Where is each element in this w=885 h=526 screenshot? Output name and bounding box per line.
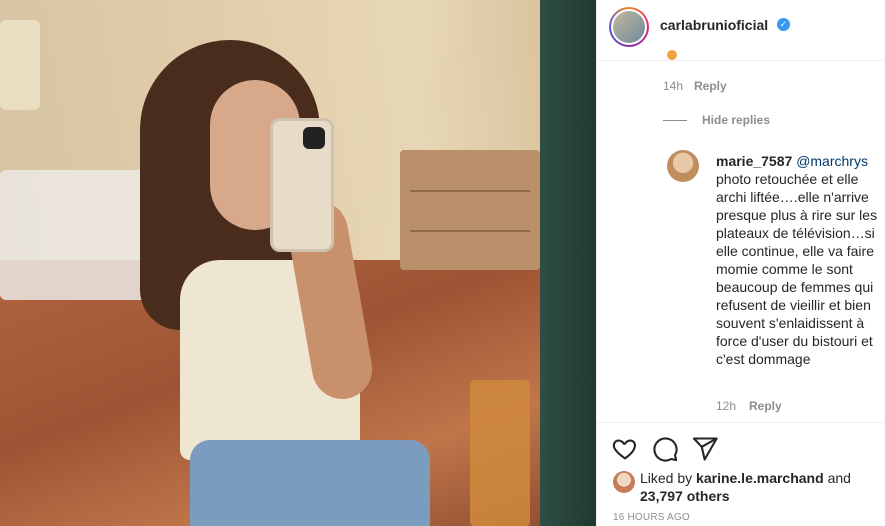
post-side-panel: carlabrunioficial ✓ 14h Reply Hide repli… [596,0,885,526]
photo-dresser [400,150,540,270]
comment-text: marie_7587 @marchrys photo retouchée et … [716,152,880,368]
photo-jeans [190,440,430,526]
phone-camera [303,127,325,149]
author-username[interactable]: carlabrunioficial [660,17,768,33]
heart-icon[interactable] [611,435,639,463]
photo-chair [470,380,530,526]
comment-reply-button[interactable]: Reply [749,399,782,413]
post-header: carlabrunioficial ✓ [597,0,885,61]
hide-replies-line [663,120,687,121]
comment-icon[interactable] [651,435,679,463]
author-avatar[interactable] [609,7,649,47]
photo-lamp [0,20,40,110]
send-icon[interactable] [691,435,719,463]
photo-phone [270,118,334,252]
comment-mention[interactable]: @marchrys [796,153,868,169]
partial-emoji [667,50,677,60]
likes-and: and [827,470,851,486]
likes-others[interactable]: 23,797 others [640,488,730,504]
comment-username[interactable]: marie_7587 [716,153,792,169]
likes-summary: Liked by karine.le.marchand and 23,797 o… [640,469,851,505]
verified-badge-icon: ✓ [777,18,790,31]
comment-time[interactable]: 12h [716,399,736,413]
post-timestamp[interactable]: 16 HOURS AGO [613,512,690,523]
hide-replies-button[interactable]: Hide replies [702,113,770,127]
post-photo[interactable] [0,0,596,526]
prev-comment-time[interactable]: 14h [663,79,683,93]
comment-avatar[interactable] [667,150,699,182]
liker-avatar[interactable] [613,471,635,493]
prev-reply-button[interactable]: Reply [694,79,727,93]
comment-body: photo retouchée et elle archi liftée….el… [716,171,878,367]
likes-prefix: Liked by [640,470,693,486]
photo-door [540,0,596,526]
liker-username[interactable]: karine.le.marchand [696,470,824,486]
post-actions: Liked by karine.le.marchand and 23,797 o… [597,422,885,526]
